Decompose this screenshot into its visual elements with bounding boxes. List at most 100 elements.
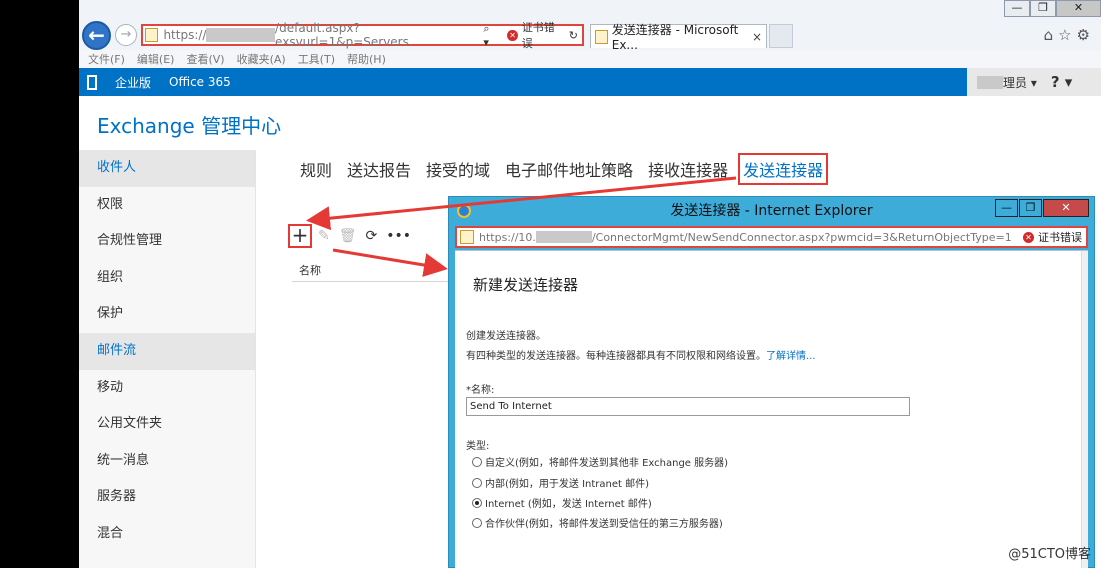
tab-accepted-domains[interactable]: 接受的域 <box>426 157 490 181</box>
tab-title: 发送连接器 - Microsoft Ex... <box>611 23 739 52</box>
type-option-label: Internet (例如，发送 Internet 邮件) <box>485 499 652 510</box>
popup-content: 新建发送连接器 创建发送连接器。 有四种类型的发送连接器。每种连接器都具有不同权… <box>455 250 1088 568</box>
popup-cert-error-icon: ✕ <box>1023 231 1034 243</box>
address-tools: ⌕ ▾ ✕ 证书错误 ↻ <box>483 19 582 51</box>
menu-view[interactable]: 查看(V) <box>186 51 224 67</box>
new-send-connector-window: 发送连接器 - Internet Explorer — ❐ ✕ https://… <box>448 196 1095 568</box>
browser-tab[interactable]: 发送连接器 - Microsoft Ex... × <box>590 23 767 52</box>
nav-item-recipients[interactable]: 收件人 <box>79 150 255 187</box>
nav-item-hybrid[interactable]: 混合 <box>79 516 255 553</box>
tab-receive-connectors[interactable]: 接收连接器 <box>648 157 728 181</box>
search-icon[interactable]: ⌕ ▾ <box>483 22 497 49</box>
popup-url-prefix: https://10. <box>479 230 536 244</box>
popup-page-icon <box>460 230 474 244</box>
url-prefix: https:// <box>163 28 207 42</box>
tab-email-address-policies[interactable]: 电子邮件地址策略 <box>505 157 633 181</box>
column-header-name[interactable]: 名称 <box>292 262 449 282</box>
type-option-custom[interactable]: 自定义(例如，将邮件发送到其他非 Exchange 服务器) <box>472 454 728 469</box>
cert-error-label[interactable]: 证书错误 <box>522 19 563 51</box>
refresh-icon[interactable]: ⟳ <box>366 228 378 244</box>
user-name-redaction <box>977 75 1003 89</box>
left-navigation: 收件人 权限 合规性管理 组织 保护 邮件流 移动 公用文件夹 统一消息 服务器… <box>79 150 256 568</box>
page-icon <box>145 28 159 42</box>
tab-rules[interactable]: 规则 <box>300 157 332 181</box>
mail-flow-tabs: 规则 送达报告 接受的域 电子邮件地址策略 接收连接器 发送连接器 <box>300 153 843 185</box>
forward-arrow-icon[interactable]: → <box>115 24 137 46</box>
radio-custom[interactable] <box>472 456 482 467</box>
left-black-strip <box>0 0 79 568</box>
dialog-description-detail: 有四种类型的发送连接器。每种连接器都具有不同权限和网络设置。了解详情... <box>466 347 816 362</box>
maximize-button[interactable]: ❐ <box>1030 0 1056 17</box>
tab-page-icon <box>595 29 608 44</box>
menu-file[interactable]: 文件(F) <box>88 51 125 67</box>
url-suffix: /default.aspx?exsvurl=1&p=Servers <box>275 21 409 49</box>
office365-link[interactable]: Office 365 <box>169 75 231 89</box>
type-option-internet[interactable]: Internet (例如，发送 Internet 邮件) <box>472 495 652 510</box>
popup-url-redaction <box>535 231 592 243</box>
popup-scrollbar[interactable] <box>1081 251 1088 568</box>
name-label: *名称: <box>466 385 495 396</box>
popup-maximize-button[interactable]: ❐ <box>1019 199 1042 217</box>
types-description: 有四种类型的发送连接器。每种连接器都具有不同权限和网络设置。 <box>466 351 766 362</box>
nav-item-servers[interactable]: 服务器 <box>79 479 255 516</box>
screenshot-root: — ❐ ✕ ← → https:// /default.aspx?exsvurl… <box>0 0 1101 568</box>
menu-edit[interactable]: 编辑(E) <box>137 51 175 67</box>
nav-item-compliance[interactable]: 合规性管理 <box>79 223 255 260</box>
back-arrow-icon[interactable]: ← <box>82 21 111 50</box>
office-bar: 企业版 Office 365 理员 ▾ ? ▾ <box>79 68 1101 96</box>
add-icon[interactable]: + <box>288 224 312 248</box>
address-bar[interactable]: https:// /default.aspx?exsvurl=1&p=Serve… <box>141 21 584 50</box>
type-option-partner[interactable]: 合作伙伴(例如，将邮件发送到受信任的第三方服务器) <box>472 515 723 530</box>
radio-partner[interactable] <box>472 517 482 528</box>
popup-close-button[interactable]: ✕ <box>1043 199 1089 217</box>
popup-cert-error[interactable]: ✕ 证书错误 <box>1013 229 1086 245</box>
dialog-description: 创建发送连接器。 <box>466 331 546 342</box>
nav-item-protection[interactable]: 保护 <box>79 296 255 333</box>
cert-error-icon: ✕ <box>507 29 518 41</box>
help-icon[interactable]: ? ▾ <box>1051 73 1072 91</box>
page-title: Exchange 管理中心 <box>97 114 282 138</box>
edit-icon[interactable]: ✎ <box>318 228 330 244</box>
nav-item-public-folders[interactable]: 公用文件夹 <box>79 406 255 443</box>
more-icon[interactable]: ••• <box>386 228 411 244</box>
minimize-button[interactable]: — <box>1004 0 1030 17</box>
url-redaction <box>206 28 276 42</box>
popup-cert-error-label: 证书错误 <box>1038 231 1082 244</box>
browser-chrome: — ❐ ✕ ← → https:// /default.aspx?exsvurl… <box>79 0 1101 52</box>
type-option-label: 合作伙伴(例如，将邮件发送到受信任的第三方服务器) <box>485 519 723 530</box>
nav-item-permissions[interactable]: 权限 <box>79 187 255 224</box>
menu-bar: 文件(F) 编辑(E) 查看(V) 收藏夹(A) 工具(T) 帮助(H) <box>79 50 1101 68</box>
tab-close-icon[interactable]: × <box>752 30 766 44</box>
home-favorites-settings-icons[interactable]: ⌂☆⚙ <box>1044 26 1095 44</box>
new-tab-button[interactable] <box>769 24 793 48</box>
type-option-internal[interactable]: 内部(例如，用于发送 Intranet 邮件) <box>472 475 649 490</box>
list-toolbar: + ✎ 🗑 ⟳ ••• <box>288 224 420 248</box>
type-option-label: 内部(例如，用于发送 Intranet 邮件) <box>485 479 650 490</box>
radio-internet[interactable] <box>472 497 482 508</box>
menu-favorites[interactable]: 收藏夹(A) <box>237 51 286 67</box>
dialog-heading: 新建发送连接器 <box>473 276 579 294</box>
tab-send-connectors[interactable]: 发送连接器 <box>738 153 829 185</box>
office-logo-icon[interactable] <box>87 74 97 90</box>
popup-address-bar[interactable]: https://10. /ConnectorMgmt/NewSendConnec… <box>455 226 1088 248</box>
menu-tools[interactable]: 工具(T) <box>298 51 335 67</box>
delete-icon[interactable]: 🗑 <box>339 228 357 244</box>
type-label: 类型: <box>466 441 490 452</box>
close-button[interactable]: ✕ <box>1056 0 1101 17</box>
window-controls: — ❐ ✕ <box>1004 0 1101 18</box>
name-field[interactable]: Send To Internet <box>466 397 910 416</box>
nav-item-unified-messaging[interactable]: 统一消息 <box>79 443 255 480</box>
menu-help[interactable]: 帮助(H) <box>347 51 386 67</box>
watermark: @51CTO博客 <box>1008 547 1091 562</box>
learn-more-link[interactable]: 了解详情... <box>766 351 816 362</box>
refresh-icon[interactable]: ↻ <box>569 29 578 42</box>
nav-item-organization[interactable]: 组织 <box>79 260 255 297</box>
popup-minimize-button[interactable]: — <box>995 199 1018 217</box>
radio-internal[interactable] <box>472 477 482 488</box>
nav-item-mobile[interactable]: 移动 <box>79 370 255 407</box>
nav-item-mail-flow[interactable]: 邮件流 <box>79 332 255 370</box>
user-menu[interactable]: 理员 ▾ ? ▾ <box>967 68 1101 96</box>
tab-delivery-reports[interactable]: 送达报告 <box>347 157 411 181</box>
edition-link[interactable]: 企业版 <box>115 74 151 91</box>
user-name-suffix[interactable]: 理员 ▾ <box>1003 74 1037 91</box>
